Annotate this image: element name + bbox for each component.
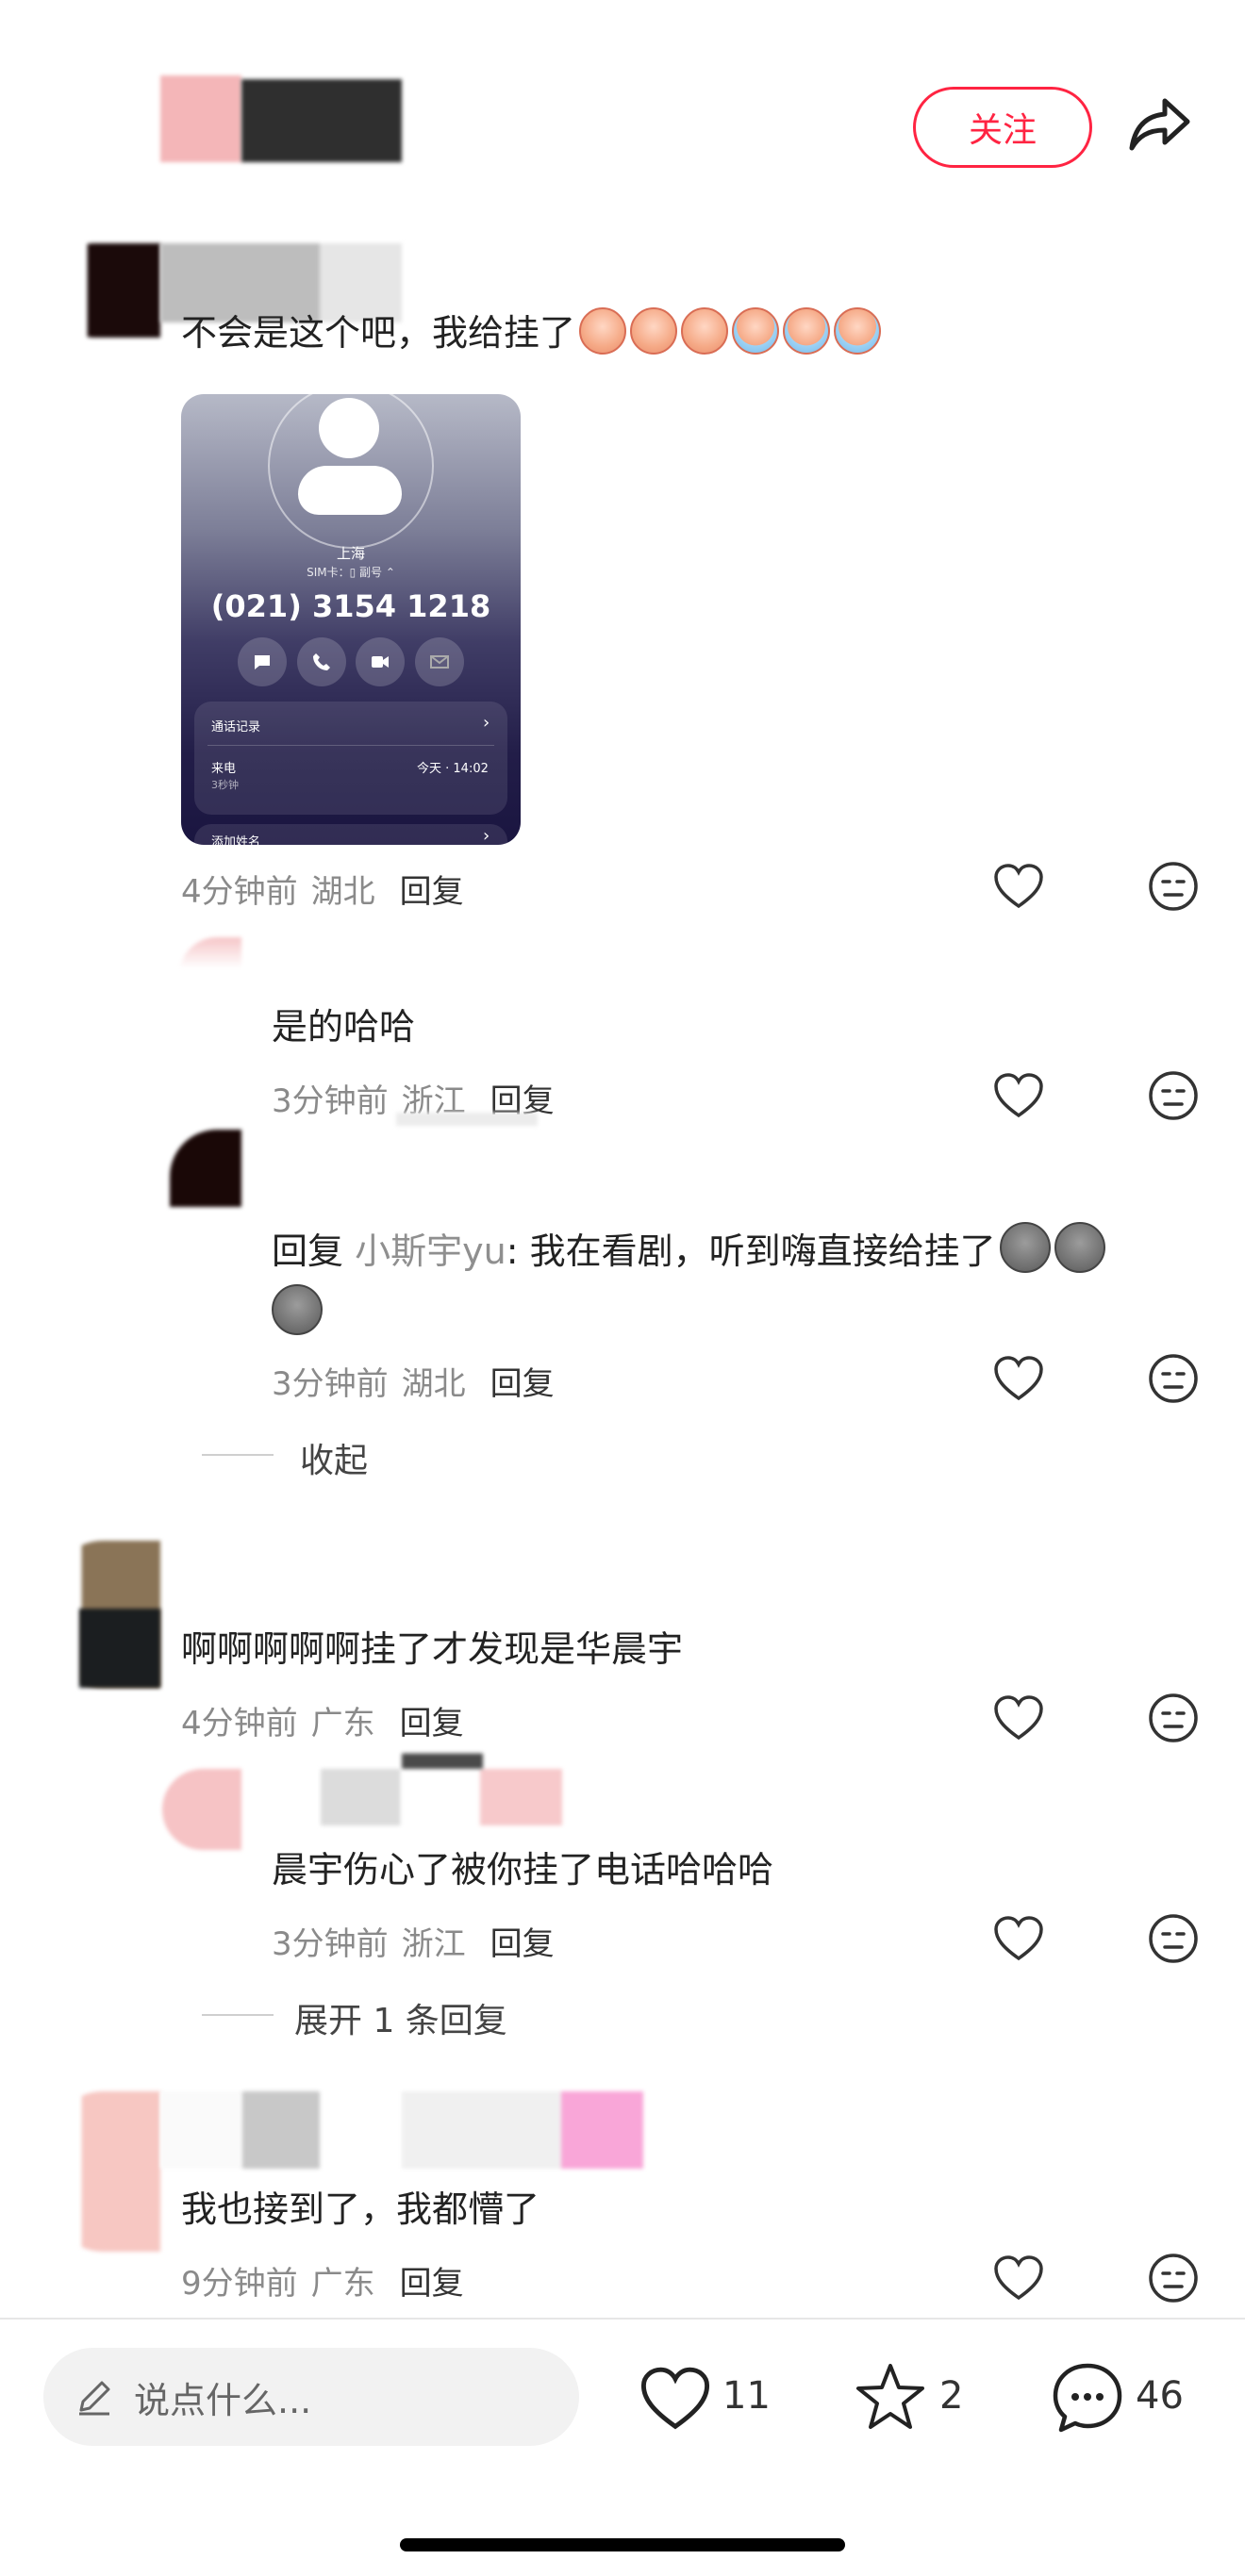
avatar[interactable] xyxy=(47,243,160,338)
comment-time: 9分钟前 xyxy=(181,2265,298,2303)
username[interactable] xyxy=(396,1113,538,1126)
dislike-face-icon[interactable] xyxy=(1145,1910,1202,1967)
expand-replies-button[interactable]: 展开 1 条回复 xyxy=(294,1993,507,2042)
message-icon xyxy=(238,637,287,686)
username-decoration xyxy=(402,1741,483,1769)
chevron-right-icon: › xyxy=(483,713,490,733)
heart-icon[interactable] xyxy=(990,1350,1047,1407)
share-icon[interactable] xyxy=(1124,91,1196,158)
collapse-divider xyxy=(202,1454,274,1456)
like-icon[interactable] xyxy=(638,2363,713,2435)
crying-emoji-icon xyxy=(834,307,882,355)
comment-meta: 4分钟前 湖北 回复 xyxy=(181,866,464,912)
crying-emoji-icon xyxy=(681,307,729,355)
reply-button[interactable]: 回复 xyxy=(400,2265,464,2303)
comment-location: 广东 xyxy=(310,2265,375,2303)
comment-time: 3分钟前 xyxy=(272,1082,389,1120)
incoming-label: 来电 xyxy=(211,762,237,776)
collapse-replies-button[interactable]: 收起 xyxy=(300,1433,368,1482)
username[interactable] xyxy=(160,2091,643,2169)
crying-emoji-icon xyxy=(579,307,627,355)
reply-button[interactable]: 回复 xyxy=(490,1365,555,1403)
reply-button[interactable]: 回复 xyxy=(400,873,464,911)
dislike-face-icon[interactable] xyxy=(1145,2250,1202,2306)
username[interactable] xyxy=(321,1769,562,1825)
comment-text: 晨宇伤心了被你挂了电话哈哈哈 xyxy=(272,1849,774,1891)
comment-meta: 3分钟前 湖北 回复 xyxy=(272,1358,555,1404)
contact-city: 上海 xyxy=(336,545,365,562)
bottom-bar-divider xyxy=(0,2318,1245,2320)
star-count: 2 xyxy=(939,2374,964,2418)
comment-location: 广东 xyxy=(310,1705,375,1742)
avatar[interactable] xyxy=(179,937,241,994)
phone-icon xyxy=(296,637,346,686)
dislike-face-icon[interactable] xyxy=(1145,1690,1202,1746)
comment-body: : 我在看剧，听到嗨直接给挂了 xyxy=(506,1230,996,1272)
contact-avatar-icon xyxy=(268,394,434,549)
sim-line: SIM卡：▯ 副号 ⌃ xyxy=(307,566,395,579)
comment-input-placeholder: 说点什么... xyxy=(134,2379,312,2421)
comment-text: 回复 小斯宇yu: 我在看剧，听到嗨直接给挂了 xyxy=(272,1222,1105,1276)
comment-text: 我也接到了，我都懵了 xyxy=(181,2188,540,2230)
sad-rock-emoji-icon xyxy=(272,1284,323,1335)
heart-icon[interactable] xyxy=(990,1067,1047,1124)
expand-divider xyxy=(202,2014,274,2016)
comment-meta: 3分钟前 浙江 回复 xyxy=(272,1918,555,1964)
dislike-face-icon[interactable] xyxy=(1145,1067,1202,1124)
mention-link[interactable]: 小斯宇yu xyxy=(355,1230,506,1272)
dislike-face-icon[interactable] xyxy=(1145,858,1202,915)
phone-number: (021) 3154 1218 xyxy=(210,588,491,624)
follow-button[interactable]: 关注 xyxy=(913,87,1092,168)
mail-icon xyxy=(414,637,464,686)
like-count: 11 xyxy=(722,2374,771,2418)
heart-icon[interactable] xyxy=(990,1910,1047,1967)
comment-location: 湖北 xyxy=(401,1365,466,1403)
comment-time: 4分钟前 xyxy=(181,1705,298,1742)
comment-image[interactable]: 上海 SIM卡：▯ 副号 ⌃ (021) 3154 1218 通话记录 › 来电… xyxy=(181,394,521,845)
avatar[interactable] xyxy=(47,2091,160,2252)
author-avatar[interactable] xyxy=(160,75,241,162)
star-icon[interactable] xyxy=(853,2359,928,2435)
crying-emoji-icon xyxy=(630,307,678,355)
reply-button[interactable]: 回复 xyxy=(400,1705,464,1742)
comment-text: 是的哈哈 xyxy=(272,1006,416,1048)
comment-time: 3分钟前 xyxy=(272,1365,389,1403)
sad-rock-emoji-icon xyxy=(1054,1222,1105,1273)
comment-location: 浙江 xyxy=(401,1925,466,1963)
comment-time: 4分钟前 xyxy=(181,873,298,911)
pencil-icon xyxy=(74,2376,115,2418)
home-indicator xyxy=(400,2538,845,2551)
sad-rock-emoji-icon xyxy=(999,1222,1051,1273)
call-log-label: 通话记录 xyxy=(211,720,261,735)
comment-input[interactable]: 说点什么... xyxy=(43,2348,579,2446)
reply-prefix: 回复 xyxy=(272,1230,344,1272)
avatar[interactable] xyxy=(170,1130,241,1207)
comment-meta: 4分钟前 广东 回复 xyxy=(181,1697,464,1743)
call-duration: 3秒钟 xyxy=(211,779,239,791)
reply-button[interactable]: 回复 xyxy=(490,1925,555,1963)
author-name[interactable] xyxy=(241,79,402,162)
crying-emoji-icon xyxy=(783,307,831,355)
heart-icon[interactable] xyxy=(990,1690,1047,1746)
comment-time: 3分钟前 xyxy=(272,1925,389,1963)
comment-text: 啊啊啊啊啊挂了才发现是华晨宇 xyxy=(181,1628,684,1670)
avatar[interactable] xyxy=(162,1769,241,1850)
comment-text: 不会是这个吧，我给挂了 xyxy=(181,307,882,357)
incoming-time: 今天 · 14:02 xyxy=(417,762,489,776)
dislike-face-icon[interactable] xyxy=(1145,1350,1202,1407)
comment-meta: 9分钟前 广东 回复 xyxy=(181,2257,464,2304)
video-icon xyxy=(356,637,406,686)
chevron-right-icon: › xyxy=(483,826,490,845)
add-name-label: 添加姓名 xyxy=(211,835,261,845)
avatar-lower xyxy=(79,1609,160,1688)
heart-icon[interactable] xyxy=(990,2250,1047,2306)
heart-icon[interactable] xyxy=(990,858,1047,915)
comment-bubble-icon[interactable] xyxy=(1049,2359,1126,2436)
comment-count: 46 xyxy=(1136,2374,1184,2418)
comment-location: 湖北 xyxy=(310,873,375,911)
crying-emoji-icon xyxy=(732,307,780,355)
